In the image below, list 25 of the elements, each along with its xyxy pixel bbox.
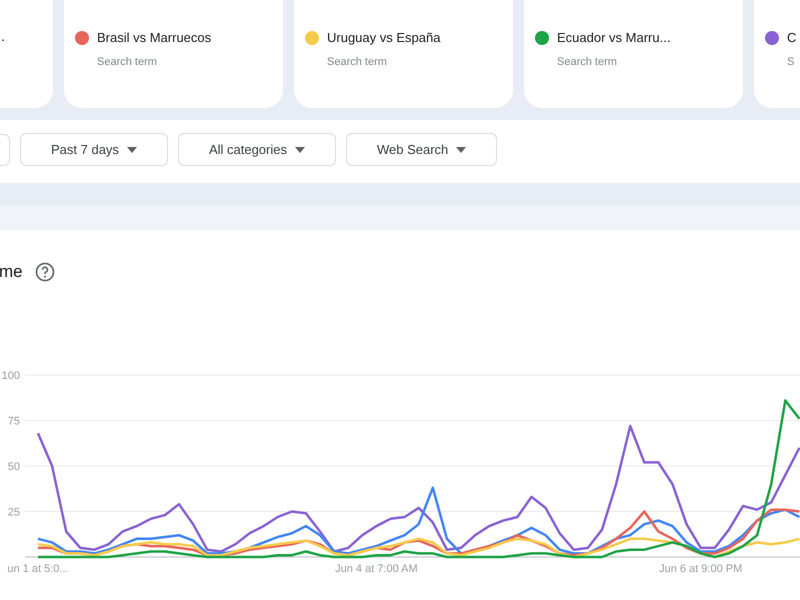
term-card[interactable]: Uruguay vs España Search term: [294, 0, 513, 108]
term-card[interactable]: .: [0, 0, 53, 108]
x-tick-label: un 1 at 5:0...: [7, 563, 69, 575]
term-title: .: [1, 27, 5, 46]
filter-dropdown[interactable]: All categories: [178, 133, 336, 166]
term-title: Uruguay vs España: [327, 29, 440, 47]
term-title: Brasil vs Marruecos: [97, 29, 212, 47]
y-tick-label: 100: [2, 370, 20, 382]
term-type: Search term: [327, 54, 388, 70]
x-tick-label: Jun 6 at 9:00 PM: [659, 563, 742, 575]
term-card[interactable]: Brasil vs Marruecos Search term: [64, 0, 283, 108]
filter-dropdown[interactable]: Past 7 days: [20, 133, 168, 166]
term-type: S: [787, 54, 796, 70]
y-tick-label: 50: [8, 461, 20, 473]
term-title: C: [787, 29, 796, 47]
term-type: Search term: [97, 54, 158, 70]
y-tick-label: 75: [8, 416, 20, 428]
section-title: me: [0, 261, 23, 284]
x-tick-label: Jun 4 at 7:00 AM: [335, 563, 418, 575]
term-type: Search term: [557, 54, 618, 70]
filter-dropdown[interactable]: Web Search: [346, 133, 498, 166]
y-tick-label: 25: [8, 506, 20, 518]
term-title: Ecuador vs Marru...: [557, 29, 670, 47]
term-card[interactable]: Ecuador vs Marru... Search term: [524, 0, 743, 108]
term-card[interactable]: C S: [754, 0, 800, 108]
